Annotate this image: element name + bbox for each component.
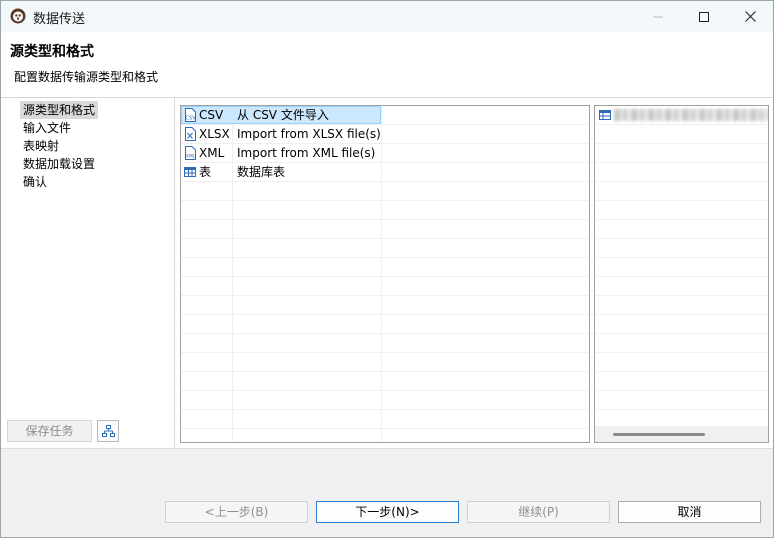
wizard-steps-list: 源类型和格式 输入文件 表映射 数据加载设置 确认 <box>20 101 99 191</box>
table-icon <box>184 167 196 177</box>
empty-row <box>595 163 768 182</box>
empty-row <box>181 182 589 201</box>
source-type-description: 数据库表 <box>237 165 286 179</box>
source-type-label: XML <box>199 146 225 160</box>
cancel-button[interactable]: 取消 <box>618 501 761 523</box>
empty-row <box>181 429 589 442</box>
empty-row <box>595 277 768 296</box>
csv-file-icon: CSV <box>185 108 196 122</box>
wizard-steps-panel: 源类型和格式 输入文件 表映射 数据加载设置 确认 保存任务 <box>1 98 175 448</box>
empty-row <box>181 315 589 334</box>
empty-row <box>181 334 589 353</box>
empty-row <box>181 353 589 372</box>
empty-row <box>181 277 589 296</box>
empty-row <box>181 296 589 315</box>
empty-row <box>181 258 589 277</box>
task-config-button[interactable] <box>97 420 119 442</box>
step-source-type[interactable]: 源类型和格式 <box>20 101 99 119</box>
empty-row <box>181 201 589 220</box>
connection-preview-list[interactable] <box>594 105 769 443</box>
page-title: 源类型和格式 <box>10 44 94 60</box>
empty-row <box>181 372 589 391</box>
table-row[interactable]: CSV CSV 从 CSV 文件导入 <box>181 106 589 125</box>
empty-row <box>181 410 589 429</box>
empty-row <box>595 220 768 239</box>
maximize-icon <box>699 11 709 22</box>
empty-row <box>595 315 768 334</box>
empty-row <box>595 391 768 410</box>
empty-row <box>595 353 768 372</box>
blurred-item-name <box>614 109 768 121</box>
back-button[interactable]: <上一步(B) <box>165 501 308 523</box>
list-item[interactable] <box>595 106 768 125</box>
title-bar[interactable]: 数据传送 <box>1 1 773 32</box>
save-task-button[interactable]: 保存任务 <box>7 420 92 442</box>
table-row[interactable]: XML XML Import from XML file(s) <box>181 144 589 163</box>
close-button[interactable] <box>727 1 773 32</box>
empty-row <box>595 258 768 277</box>
continue-button[interactable]: 继续(P) <box>467 501 610 523</box>
data-transfer-window: 数据传送 源类型和格式 配置数据传输源类型和格式 源类型和格式 输入文件 表映射… <box>0 0 774 538</box>
empty-row <box>595 334 768 353</box>
table-icon <box>599 110 611 120</box>
dbeaver-app-icon <box>10 8 26 24</box>
window-title: 数据传送 <box>33 12 86 27</box>
xlsx-file-icon <box>185 127 196 141</box>
close-icon <box>744 11 756 22</box>
source-type-description: 从 CSV 文件导入 <box>237 108 329 122</box>
empty-row <box>595 182 768 201</box>
next-button[interactable]: 下一步(N)> <box>316 501 459 523</box>
xml-file-icon: XML <box>185 146 196 160</box>
table-row[interactable]: XLSX Import from XLSX file(s) <box>181 125 589 144</box>
empty-row <box>595 201 768 220</box>
empty-row <box>181 239 589 258</box>
horizontal-scrollbar[interactable] <box>595 426 768 442</box>
step-table-mapping[interactable]: 表映射 <box>20 137 98 155</box>
source-type-table[interactable]: CSV CSV 从 CSV 文件导入 XLSX Import from XLSX… <box>180 105 590 443</box>
table-row[interactable]: 表 数据库表 <box>181 163 589 182</box>
wizard-footer: <上一步(B) 下一步(N)> 继续(P) 取消 <box>1 448 773 537</box>
minimize-icon <box>653 16 663 17</box>
scrollbar-thumb[interactable] <box>613 433 705 436</box>
main-panel: CSV CSV 从 CSV 文件导入 XLSX Import from XLSX… <box>175 98 773 448</box>
source-type-label: 表 <box>199 165 212 179</box>
step-load-settings[interactable]: 数据加载设置 <box>20 155 98 173</box>
svg-text:CSV: CSV <box>185 116 196 122</box>
task-tree-icon <box>101 424 115 437</box>
empty-row <box>595 296 768 315</box>
minimize-button[interactable] <box>635 1 681 32</box>
step-input-files[interactable]: 输入文件 <box>20 119 98 137</box>
empty-row <box>595 239 768 258</box>
empty-row <box>595 125 768 144</box>
page-description: 配置数据传输源类型和格式 <box>14 70 159 84</box>
source-type-description: Import from XLSX file(s) <box>237 127 381 141</box>
source-type-label: XLSX <box>199 127 230 141</box>
maximize-button[interactable] <box>681 1 727 32</box>
empty-row <box>595 372 768 391</box>
svg-text:XML: XML <box>186 154 196 160</box>
empty-row <box>595 144 768 163</box>
source-type-label: CSV <box>199 108 224 122</box>
empty-row <box>181 220 589 239</box>
page-header: 源类型和格式 配置数据传输源类型和格式 <box>1 32 773 98</box>
step-confirm[interactable]: 确认 <box>20 173 98 191</box>
source-type-description: Import from XML file(s) <box>237 146 376 160</box>
empty-row <box>181 391 589 410</box>
